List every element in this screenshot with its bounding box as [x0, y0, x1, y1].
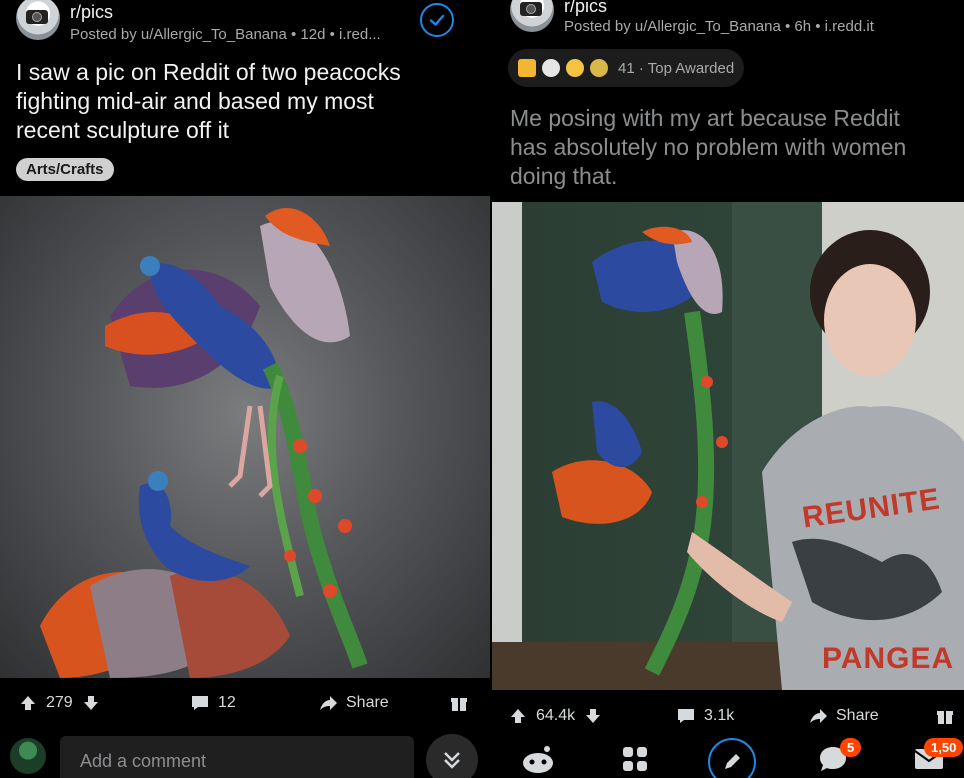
comments-button[interactable]: 12	[190, 693, 236, 713]
share-button[interactable]: Share	[318, 693, 389, 713]
reddit-home-icon	[523, 746, 553, 773]
post-meta: Posted by u/Allergic_To_Banana • 6h • i.…	[564, 18, 874, 35]
shirt-print: PANGEA	[822, 642, 955, 675]
upvote-count: 279	[46, 694, 73, 711]
comment-icon	[678, 709, 694, 723]
subreddit-name[interactable]: r/pics	[564, 0, 607, 17]
comment-count: 12	[218, 694, 236, 711]
downvote-arrow-icon[interactable]	[81, 693, 101, 713]
user-avatar[interactable]	[10, 738, 46, 774]
share-label: Share	[346, 694, 389, 711]
vote-group: 279	[18, 693, 101, 713]
share-button[interactable]: Share	[808, 706, 879, 726]
share-arrow-icon	[320, 696, 337, 710]
nav-create[interactable]	[708, 738, 756, 778]
share-label: Share	[836, 707, 879, 724]
downvote-arrow-icon[interactable]	[583, 706, 603, 726]
post-title-line: fighting mid-air and based my most	[16, 88, 374, 114]
award-icon	[566, 59, 584, 77]
right-post-panel: r/pics Posted by u/Allergic_To_Banana • …	[492, 0, 964, 778]
post-title-line: I saw a pic on Reddit of two peacocks	[16, 59, 401, 85]
artist-with-sculpture-image	[492, 226, 964, 690]
nav-home[interactable]	[518, 740, 558, 778]
avatar-camera-icon	[520, 2, 542, 16]
gift-button[interactable]	[935, 706, 955, 726]
comment-icon	[192, 696, 208, 710]
post-flair[interactable]: Arts/Crafts	[16, 158, 114, 181]
peacock-sculpture-image	[40, 207, 368, 678]
left-post-panel: r/pics Posted by u/Allergic_To_Banana • …	[0, 0, 490, 778]
chat-badge: 5	[840, 738, 862, 757]
comment-input[interactable]: Add a comment	[60, 736, 414, 778]
chevron-double-down-icon	[444, 752, 460, 769]
upvote-arrow-icon[interactable]	[18, 693, 38, 713]
comments-button[interactable]: 3.1k	[676, 706, 734, 726]
post-title[interactable]: Me posing with my art because Reddit has…	[510, 104, 960, 191]
screenshot-root: r/pics Posted by u/Allergic_To_Banana • …	[0, 0, 964, 778]
awards-bar[interactable]: 41 · Top Awarded	[508, 49, 745, 87]
post-title-line: Me posing with my art because Reddit	[510, 105, 900, 131]
gift-icon	[451, 698, 467, 711]
gift-icon	[937, 711, 953, 724]
pencil-create-icon	[725, 754, 740, 769]
gift-button[interactable]	[449, 693, 469, 713]
post-title-line: doing that.	[510, 163, 618, 189]
nav-communities[interactable]	[618, 742, 652, 776]
subreddit-name[interactable]: r/pics	[70, 2, 113, 23]
post-title[interactable]: I saw a pic on Reddit of two peacocks fi…	[16, 58, 486, 145]
subreddit-avatar[interactable]	[16, 0, 60, 40]
avatar-camera-icon	[26, 10, 48, 24]
post-image[interactable]: REUNITE PANGEA	[492, 202, 964, 690]
awards-count: 41 · Top Awarded	[618, 59, 735, 77]
upvote-arrow-icon[interactable]	[508, 706, 528, 726]
post-meta: Posted by u/Allergic_To_Banana • 12d • i…	[70, 26, 381, 43]
comment-count: 3.1k	[704, 707, 735, 724]
check-circle-icon[interactable]	[420, 3, 454, 37]
subreddit-avatar[interactable]	[510, 0, 554, 32]
award-icon	[590, 59, 608, 77]
award-icon	[518, 59, 536, 77]
share-arrow-icon	[810, 709, 827, 723]
post-title-line: recent sculpture off it	[16, 117, 230, 143]
vote-group: 64.4k	[508, 706, 603, 726]
post-title-line: has absolutely no problem with women	[510, 134, 907, 160]
inbox-badge: 1,50	[924, 738, 964, 757]
upvote-count: 64.4k	[536, 707, 576, 724]
collapse-button[interactable]	[426, 734, 478, 778]
grid-communities-icon	[623, 747, 647, 771]
award-icon	[542, 59, 560, 77]
post-image[interactable]	[0, 196, 490, 678]
